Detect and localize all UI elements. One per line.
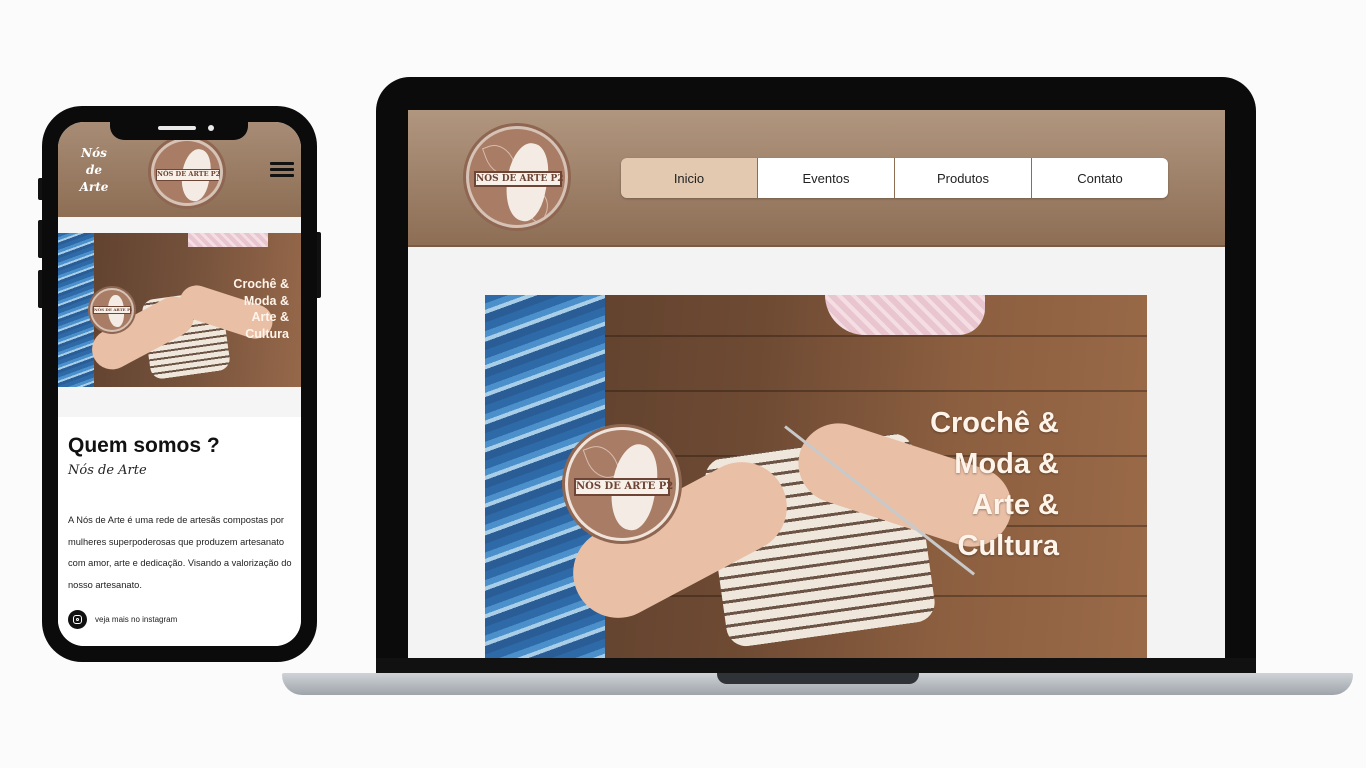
brand-line: de	[85, 163, 103, 177]
brand-line: Arte	[79, 180, 109, 194]
site-logo[interactable]: NÓS DE ARTE P2	[466, 126, 568, 228]
main-nav: Inicio Eventos Produtos Contato	[621, 158, 1168, 198]
hero-line: Arte &	[971, 489, 1059, 521]
about-subtitle: Nós de Arte	[68, 463, 147, 478]
hero-line: Crochê &	[233, 277, 289, 291]
instagram-icon[interactable]	[68, 610, 87, 629]
nav-item-eventos[interactable]: Eventos	[758, 158, 895, 198]
blue-yarn	[58, 233, 94, 387]
hero-banner: NÓS DE ARTE P2 Crochê & Moda & Arte & Cu…	[485, 295, 1147, 658]
pink-yarn	[188, 233, 268, 247]
instagram-label[interactable]: veja mais no instagram	[95, 615, 177, 624]
hero-line: Cultura	[245, 326, 289, 341]
mobile-brand[interactable]: Nós de Arte	[78, 145, 110, 196]
hero-logo: NÓS DE ARTE P2	[565, 427, 679, 541]
about-section: Quem somos ? Nós de Arte A Nós de Arte é…	[58, 417, 301, 646]
nav-item-produtos[interactable]: Produtos	[895, 158, 1032, 198]
header-divider	[408, 245, 1225, 247]
mobile-hero-logo-banner: NÓS DE ARTE P2	[93, 306, 133, 314]
instagram-link[interactable]: veja mais no instagram	[68, 610, 177, 629]
mobile-hero-banner: NÓS DE ARTE P2 Crochê & Moda & Arte & Cu…	[58, 233, 301, 387]
hero-line: Moda &	[243, 293, 289, 308]
about-title: Quem somos ?	[68, 434, 220, 457]
mobile-hero-tagline: Crochê & Moda & Arte & Cultura	[199, 276, 289, 342]
logo-banner: NÓS DE ARTE P2	[474, 171, 564, 187]
about-text: A Nós de Arte é uma rede de artesãs comp…	[68, 515, 292, 590]
mockup-stage: NÓS DE ARTE P2 Inicio Eventos Produtos C…	[0, 0, 1366, 768]
site-header: NÓS DE ARTE P2 Inicio Eventos Produtos C…	[408, 110, 1225, 247]
laptop-screen: NÓS DE ARTE P2 Inicio Eventos Produtos C…	[408, 110, 1225, 658]
speaker-icon	[158, 126, 196, 130]
camera-icon	[208, 125, 214, 131]
phone-notch	[110, 112, 248, 140]
brand-line: Nós	[81, 146, 107, 160]
hero-tagline: Crochê & Moda & Arte & Cultura	[859, 403, 1059, 567]
mobile-hero-logo: NÓS DE ARTE P2	[90, 288, 134, 332]
hamburger-menu-icon[interactable]	[270, 162, 294, 178]
hero-line: Cultura	[957, 530, 1060, 562]
hero-logo-banner: NÓS DE ARTE P2	[574, 478, 673, 496]
laptop-hinge	[717, 673, 919, 684]
mobile-logo-banner: NÓS DE ARTE P2	[156, 169, 220, 181]
hero-line: Arte &	[251, 310, 289, 324]
mobile-logo[interactable]: NÓS DE ARTE P2	[151, 138, 223, 206]
phone-screen: Nós de Arte NÓS DE ARTE P2 NÓS DE ARTE P…	[58, 122, 301, 646]
pink-yarn	[825, 295, 985, 335]
hero-line: Crochê &	[930, 407, 1059, 439]
hero-line: Moda &	[954, 448, 1059, 480]
nav-item-inicio[interactable]: Inicio	[621, 158, 758, 198]
nav-item-contato[interactable]: Contato	[1032, 158, 1168, 198]
